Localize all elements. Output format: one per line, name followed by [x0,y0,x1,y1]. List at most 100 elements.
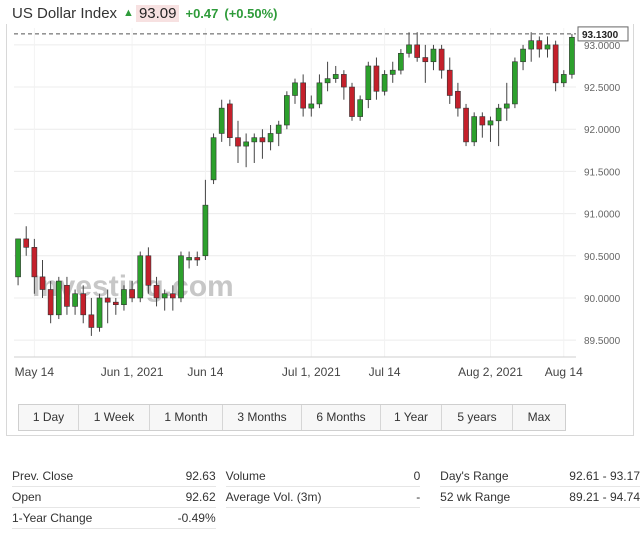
candle[interactable] [381,70,388,96]
candlestick-chart[interactable]: Investing.com 93.1300 93.000092.500092.0… [0,0,640,400]
52wk-range-label: 52 wk Range [440,486,551,508]
candle[interactable] [455,82,461,117]
candle[interactable] [218,99,225,142]
candle[interactable] [292,78,298,104]
range-5-years-button[interactable]: 5 years [442,405,513,430]
candle[interactable] [88,297,95,336]
candle[interactable] [194,251,201,266]
candle[interactable] [389,61,396,83]
range-3-months-button[interactable]: 3 Months [223,405,302,430]
candle-body [275,124,282,134]
candle[interactable] [560,70,567,88]
candle[interactable] [235,120,241,163]
candle[interactable] [341,70,347,100]
candle[interactable] [300,74,306,117]
candle[interactable] [520,44,526,71]
candle[interactable] [186,251,192,269]
candle-body [430,48,437,63]
candle[interactable] [406,32,412,58]
candle[interactable] [96,293,103,332]
candle[interactable] [495,103,502,147]
range-1-month-button[interactable]: 1 Month [150,405,223,430]
candle[interactable] [552,40,559,92]
candle[interactable] [275,120,282,147]
candle[interactable] [422,44,429,83]
candle-body [406,44,412,54]
candle-body [365,65,372,101]
candle[interactable] [357,95,363,121]
52wk-range-value: 89.21 - 94.74 [550,486,640,508]
stats-row: Open 92.62 Average Vol. (3m) - 52 wk Ran… [12,486,640,508]
candle-body [332,74,339,79]
candle[interactable] [430,44,437,71]
candle-body [357,99,363,117]
candle[interactable] [512,57,518,109]
candle[interactable] [463,103,469,147]
candle-body [316,82,323,105]
candle[interactable] [528,32,535,62]
candle[interactable] [308,95,315,117]
candle[interactable] [503,82,510,121]
last-price-tag-label: 93.1300 [582,30,619,41]
candle[interactable] [398,49,404,75]
avg-volume-label: Average Vol. (3m) [225,486,346,508]
range-1-day-button[interactable]: 1 Day [19,405,79,430]
candle[interactable] [569,33,575,79]
candle-body [72,293,78,307]
candle[interactable] [202,179,209,260]
candle-body [512,61,518,105]
x-tick-label: Jul 14 [369,365,401,379]
y-tick-label: 92.0000 [584,125,621,136]
y-tick-label: 92.5000 [584,83,621,94]
candle[interactable] [536,36,543,58]
y-tick-label: 91.5000 [584,167,621,178]
candle[interactable] [259,129,266,159]
candle-body [259,137,266,143]
candle[interactable] [178,251,184,303]
candle-body [137,255,144,299]
candle[interactable] [446,57,453,104]
candle[interactable] [373,57,380,100]
candle-body [292,82,298,96]
candle-body [210,137,217,181]
candle[interactable] [316,74,323,109]
candle[interactable] [332,65,339,83]
candle-body [39,276,46,290]
candle-body [64,284,70,307]
candle[interactable] [438,44,445,79]
candle[interactable] [284,91,290,130]
candle[interactable] [210,133,217,185]
1-year-change-value: -0.49% [121,507,216,529]
candle-body [80,293,87,316]
candle[interactable] [414,32,420,62]
candle-body [373,65,380,92]
range-1-week-button[interactable]: 1 Week [79,405,150,430]
candle-body [31,247,38,278]
candle-body [300,82,306,109]
candle[interactable] [243,133,249,168]
candle-body [455,90,461,109]
x-tick-label: Jun 1, 2021 [101,365,164,379]
range-1-year-button[interactable]: 1 Year [381,405,442,430]
y-tick-label: 91.0000 [584,210,621,221]
candle[interactable] [23,226,30,256]
candle[interactable] [137,251,144,303]
candle-body [446,69,453,96]
candle[interactable] [55,276,62,320]
candle-body [267,133,274,143]
range-max-button[interactable]: Max [513,405,565,430]
candle-body [194,257,201,261]
candle[interactable] [365,61,372,109]
candle[interactable] [544,36,551,58]
candle[interactable] [251,133,258,163]
candle[interactable] [479,112,486,138]
candle[interactable] [227,99,233,147]
candle[interactable] [15,238,21,286]
candle[interactable] [349,82,355,121]
candle[interactable] [471,112,478,147]
candle-body [495,107,502,122]
volume-label: Volume [225,466,346,487]
range-6-months-button[interactable]: 6 Months [302,405,381,430]
candle-body [178,255,184,299]
time-range-selector: 1 Day 1 Week 1 Month 3 Months 6 Months 1… [18,404,566,431]
